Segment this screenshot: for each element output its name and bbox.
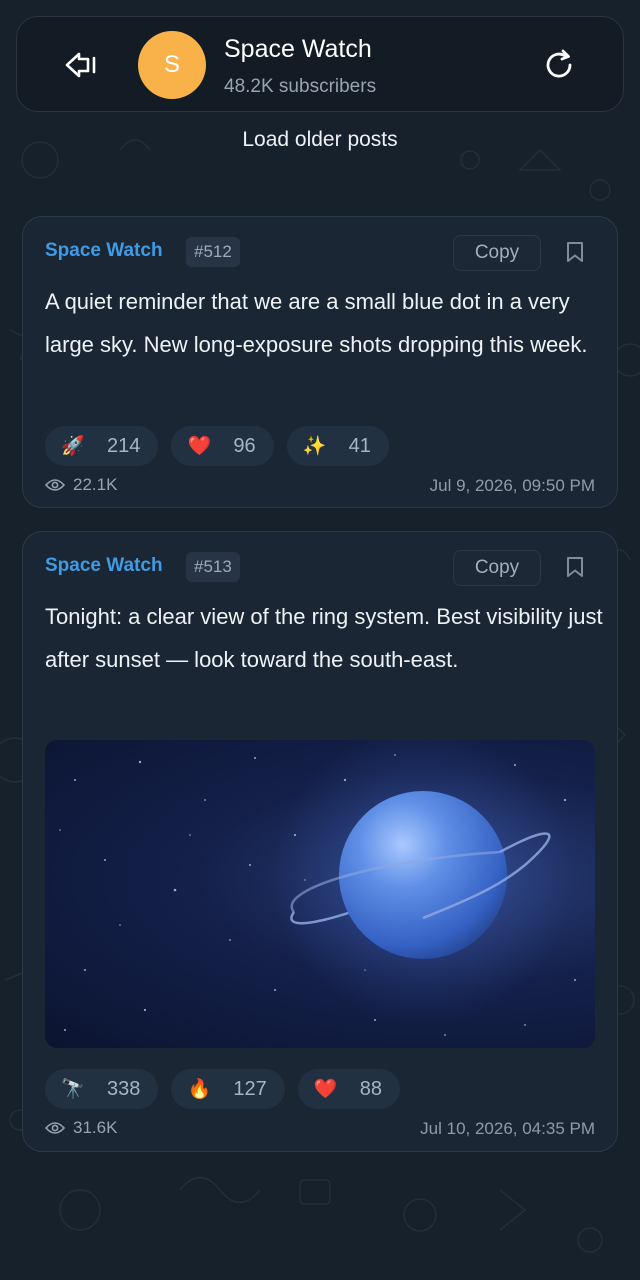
channel-header: S Space Watch 48.2K subscribers (16, 16, 624, 112)
reaction-count: 214 (107, 434, 141, 457)
bookmark-button[interactable] (561, 237, 589, 267)
post-text: Tonight: a clear view of the ring system… (45, 604, 603, 672)
post-card: Space Watch #513 Copy Tonight: a clear v… (22, 531, 618, 1152)
heart-icon: ❤️ (313, 1079, 338, 1100)
post-timestamp: Jul 9, 2026, 09:50 PM (429, 476, 595, 495)
view-count: 31.6K (45, 1118, 117, 1138)
bookmark-icon (567, 242, 583, 262)
bookmark-icon (567, 557, 583, 577)
post-image-planet[interactable] (45, 740, 595, 1048)
back-button[interactable] (63, 47, 99, 83)
post-card: Space Watch #512 Copy A quiet reminder t… (22, 216, 618, 508)
subscriber-count: 48.2K subscribers (224, 76, 377, 97)
post-id-badge: #512 (186, 237, 240, 267)
copy-button[interactable]: Copy (453, 235, 541, 271)
reaction-count: 96 (233, 434, 256, 457)
channel-avatar[interactable]: S (138, 31, 206, 99)
reaction-heart[interactable]: ❤️ 88 (297, 1069, 400, 1109)
views-label: 22.1K (73, 475, 118, 494)
planet-illustration (59, 740, 576, 1036)
load-older-posts-link[interactable]: Load older posts (0, 128, 640, 152)
reaction-bar: 🔭 338 🔥 127 ❤️ 88 (45, 1069, 400, 1109)
post-text: A quiet reminder that we are a small blu… (45, 289, 588, 357)
view-count: 22.1K (45, 475, 117, 495)
heart-icon: ❤️ (187, 436, 212, 457)
reaction-count: 41 (348, 434, 371, 457)
reaction-count: 127 (233, 1077, 267, 1100)
post-author[interactable]: Space Watch (45, 555, 163, 577)
views-label: 31.6K (73, 1118, 118, 1137)
reaction-telescope[interactable]: 🔭 338 (45, 1069, 159, 1109)
refresh-button[interactable] (539, 45, 579, 85)
post-timestamp: Jul 10, 2026, 04:35 PM (420, 1119, 595, 1138)
reaction-heart[interactable]: ❤️ 96 (171, 426, 274, 466)
reaction-sparkles[interactable]: ✨ 41 (286, 426, 389, 466)
back-arrow-icon (65, 52, 96, 78)
fire-icon: 🔥 (187, 1079, 212, 1100)
channel-title: Space Watch (224, 35, 372, 63)
bookmark-button[interactable] (561, 552, 589, 582)
telescope-icon: 🔭 (61, 1079, 85, 1100)
reaction-count: 338 (107, 1077, 141, 1100)
eye-icon (45, 479, 65, 491)
reaction-bar: 🚀 214 ❤️ 96 ✨ 41 (45, 426, 389, 466)
copy-button[interactable]: Copy (453, 550, 541, 586)
post-author[interactable]: Space Watch (45, 240, 163, 262)
reaction-count: 88 (359, 1077, 382, 1100)
rocket-icon: 🚀 (61, 436, 85, 457)
eye-icon (45, 1122, 65, 1134)
sparkles-icon: ✨ (302, 436, 327, 457)
reaction-fire[interactable]: 🔥 127 (171, 1069, 285, 1109)
post-id-badge: #513 (186, 552, 240, 582)
reaction-rocket[interactable]: 🚀 214 (45, 426, 159, 466)
refresh-icon (546, 49, 572, 78)
